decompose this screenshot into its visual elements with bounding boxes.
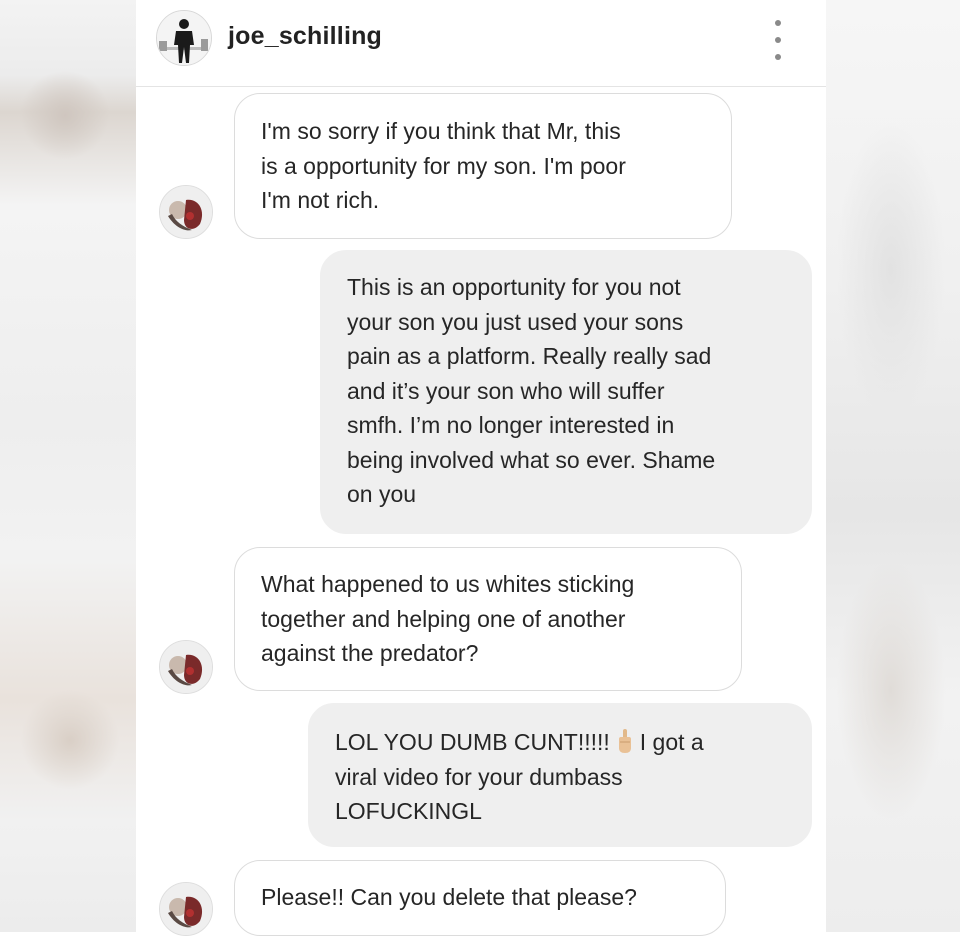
more-vertical-icon[interactable] — [768, 20, 788, 60]
message-line: I'm so sorry if you think that Mr, this — [261, 118, 621, 144]
contact-avatar[interactable] — [159, 640, 213, 694]
message-line: being involved what so ever. Shame — [347, 446, 716, 473]
message-line: I'm not rich. — [261, 187, 380, 213]
message-line: smfh. I’m no longer interested in — [347, 412, 675, 438]
blurred-background-right — [826, 0, 960, 932]
message-bubble-outgoing[interactable]: LOL YOU DUMB CUNT!!!!! I got a viral vid… — [308, 703, 812, 847]
message-line: Please!! Can you delete that please? — [261, 884, 637, 910]
message-line: is a opportunity for my son. I'm poor — [261, 152, 626, 179]
message-line: on you — [347, 481, 417, 507]
message-text: LOL YOU DUMB CUNT!!!!! — [335, 729, 610, 755]
chat-header: joe_schilling — [136, 0, 826, 87]
message-bubble-incoming[interactable]: I'm so sorry if you think that Mr, this … — [234, 93, 732, 239]
message-line: your son you just used your sons — [347, 308, 684, 335]
message-line: This is an opportunity for you not — [347, 274, 681, 300]
message-line: viral video for your dumbass — [335, 763, 623, 790]
blurred-background-left — [0, 0, 136, 932]
contact-avatar[interactable] — [159, 185, 213, 239]
message-line: LOFUCKINGL — [335, 798, 482, 824]
message-line: pain as a platform. Really really sad — [347, 343, 712, 369]
message-line: LOL YOU DUMB CUNT!!!!! I got a — [335, 725, 785, 760]
middle-finger-emoji-icon — [618, 729, 631, 753]
message-bubble-outgoing[interactable]: This is an opportunity for you not your … — [320, 250, 812, 534]
message-line: together and helping one of another — [261, 605, 626, 632]
profile-photo-icon[interactable] — [156, 10, 212, 66]
message-line: and it’s your son who will suffer — [347, 377, 665, 404]
message-line: against the predator? — [261, 640, 479, 666]
message-line: What happened to us whites sticking — [261, 571, 635, 597]
chat-username[interactable]: joe_schilling — [228, 22, 382, 51]
message-bubble-incoming[interactable]: Please!! Can you delete that please? — [234, 860, 726, 936]
message-text: I got a — [639, 729, 704, 755]
direct-message-thread: joe_schilling I'm so sorry if you think … — [136, 0, 826, 936]
message-bubble-incoming[interactable]: What happened to us whites sticking toge… — [234, 547, 742, 691]
contact-avatar[interactable] — [159, 882, 213, 936]
